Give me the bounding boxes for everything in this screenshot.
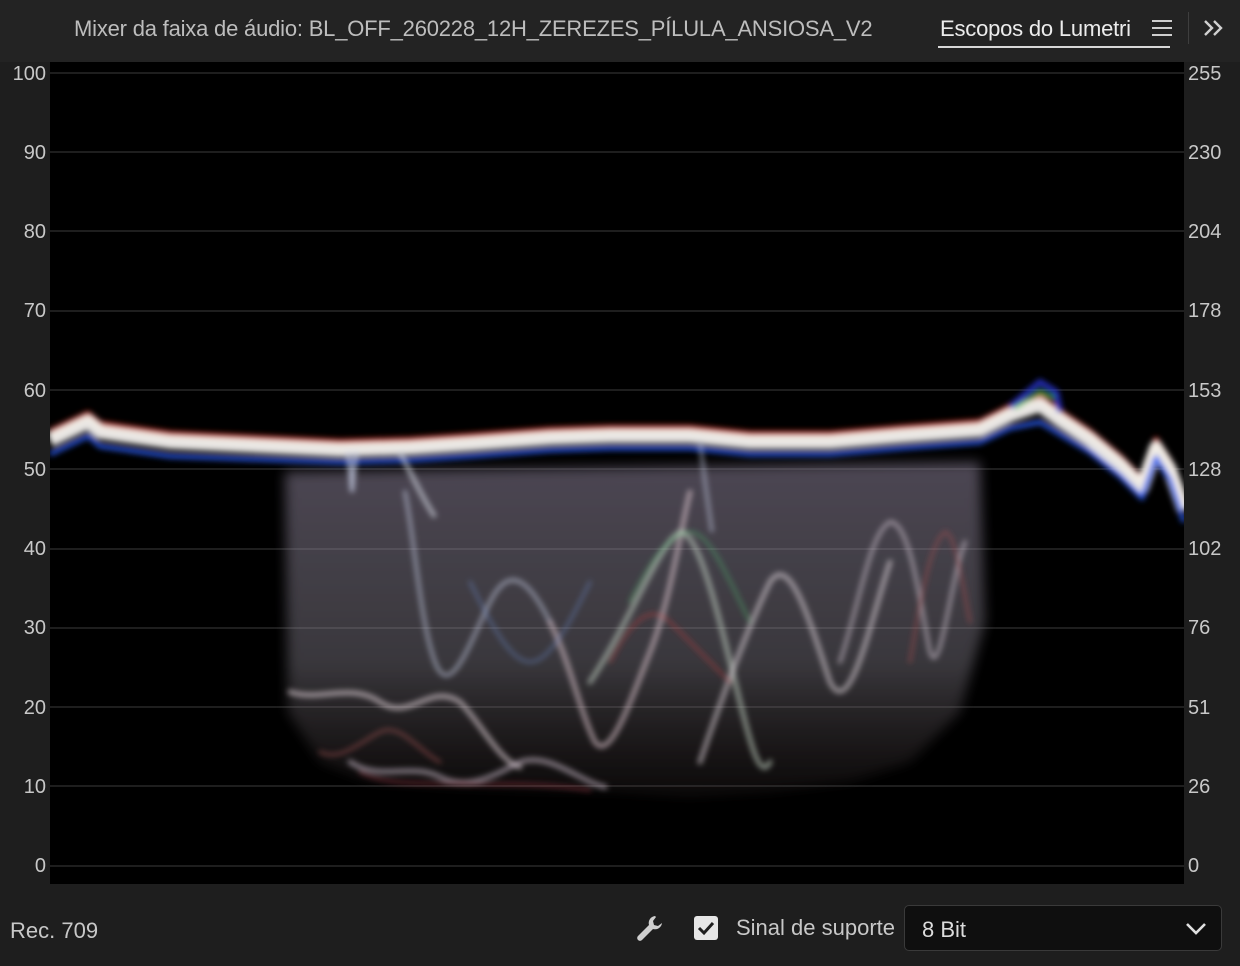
hamburger-menu-icon[interactable] [1152, 20, 1172, 36]
panel-header: Mixer da faixa de áudio: BL_OFF_260228_1… [0, 0, 1240, 62]
waveform-display [50, 72, 1184, 867]
bit-depth-select[interactable]: 8 Bit [904, 905, 1222, 951]
tab-lumetri-scopes[interactable]: Escopos do Lumetri [940, 16, 1131, 42]
colorspace-label[interactable]: Rec. 709 [10, 918, 98, 944]
left-axis-tick: 40 [23, 538, 46, 560]
right-axis-tick: 128 [1188, 459, 1222, 481]
right-axis-tick: 102 [1188, 538, 1222, 560]
clamp-signal-checkbox[interactable] [694, 916, 718, 940]
left-axis-tick: 100 [12, 63, 46, 85]
right-axis-tick: 51 [1188, 697, 1211, 719]
chevron-down-icon [1186, 923, 1206, 935]
scope-footer: Rec. 709 Sinal de suporte 8 Bit [0, 884, 1240, 966]
left-axis-tick: 20 [23, 697, 46, 719]
left-axis-tick: 80 [23, 221, 46, 243]
right-axis-tick: 204 [1188, 221, 1222, 243]
checkmark-icon [697, 921, 715, 936]
right-axis-tick: 255 [1188, 63, 1222, 85]
right-axis-tick: 76 [1188, 617, 1211, 639]
left-axis-tick: 10 [23, 776, 46, 798]
right-axis-tick: 178 [1188, 300, 1222, 322]
left-axis-tick: 0 [34, 855, 46, 877]
left-axis-tick: 30 [23, 617, 46, 639]
right-axis-tick: 230 [1188, 142, 1222, 164]
tab-audio-track-mixer[interactable]: Mixer da faixa de áudio: BL_OFF_260228_1… [74, 16, 873, 42]
right-axis-tick: 0 [1188, 855, 1200, 877]
left-axis-tick: 70 [23, 300, 46, 322]
right-axis-tick: 153 [1188, 380, 1222, 402]
waveform-scope [50, 62, 1184, 884]
left-axis-tick: 90 [23, 142, 46, 164]
active-tab-underline [938, 46, 1170, 48]
left-axis-tick: 50 [23, 459, 46, 481]
bit-depth-value: 8 Bit [922, 917, 967, 942]
header-divider [1188, 12, 1189, 44]
wrench-icon[interactable] [634, 912, 666, 944]
right-axis-tick: 26 [1188, 776, 1211, 798]
left-axis-tick: 60 [23, 380, 46, 402]
double-chevron-right-icon[interactable] [1200, 14, 1228, 42]
clamp-signal-label[interactable]: Sinal de suporte [736, 915, 895, 941]
